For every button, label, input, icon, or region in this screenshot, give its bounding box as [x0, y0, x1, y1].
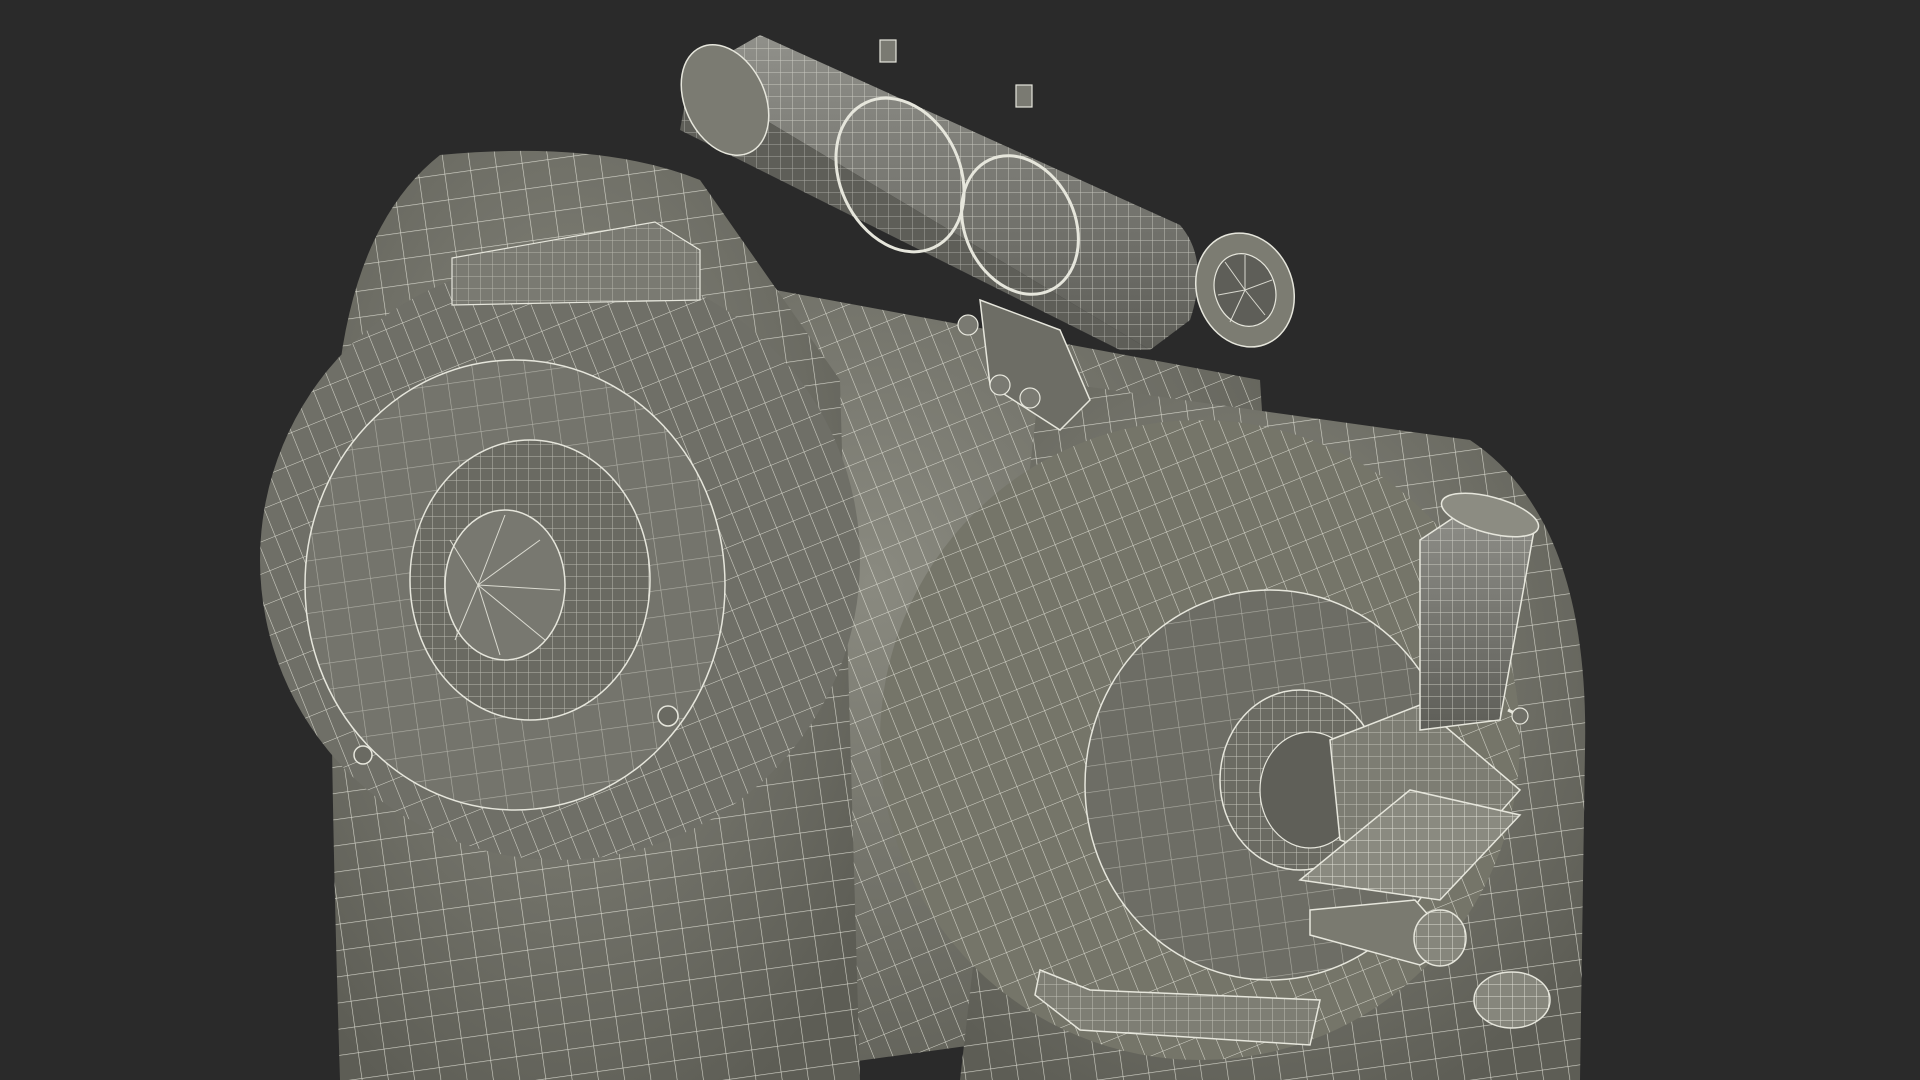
telescope-wireframe-render	[260, 35, 1586, 1080]
render-viewport	[0, 0, 1920, 1080]
fork-arm-wheel	[260, 150, 860, 1080]
side-knob	[1473, 971, 1551, 1029]
